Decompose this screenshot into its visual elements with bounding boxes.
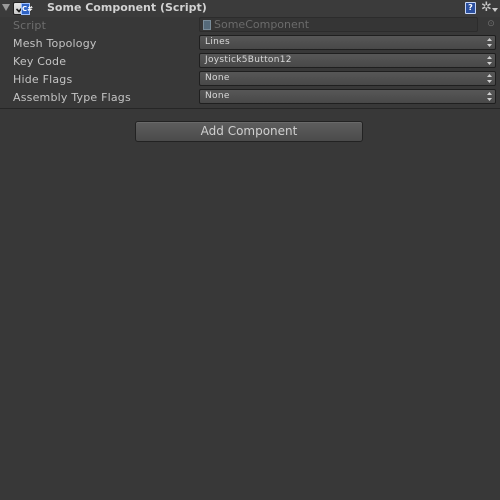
hide-flags-row: Hide Flags None (0, 70, 500, 88)
script-asset-icon (203, 20, 211, 30)
dropdown-arrows-icon (487, 38, 492, 47)
assembly-type-flags-row: Assembly Type Flags None (0, 88, 500, 106)
gear-icon[interactable]: ✲ (481, 0, 492, 15)
assembly-type-flags-value: None (205, 91, 230, 101)
assembly-type-flags-dropdown[interactable]: None (199, 89, 496, 104)
assembly-type-flags-label: Assembly Type Flags (13, 91, 131, 104)
gear-menu-caret-icon (492, 8, 498, 12)
hide-flags-value: None (205, 73, 230, 83)
key-code-label: Key Code (13, 55, 67, 68)
hide-flags-dropdown[interactable]: None (199, 71, 496, 86)
mesh-topology-value: Lines (205, 37, 230, 47)
script-object-field[interactable]: SomeComponent (199, 17, 478, 32)
component-header: C# Some Component (Script) ? ✲ (0, 0, 500, 17)
csharp-script-icon: C# (21, 3, 34, 15)
hide-flags-label: Hide Flags (13, 73, 73, 86)
key-code-value: Joystick5Button12 (205, 55, 292, 65)
script-row: Script SomeComponent ⊙ (0, 16, 500, 34)
dropdown-arrows-icon (487, 56, 492, 65)
object-picker-icon[interactable]: ⊙ (486, 18, 496, 30)
component-title: Some Component (Script) (47, 1, 207, 14)
key-code-dropdown[interactable]: Joystick5Button12 (199, 53, 496, 68)
help-icon[interactable]: ? (465, 2, 476, 14)
script-label: Script (13, 19, 47, 32)
mesh-topology-row: Mesh Topology Lines (0, 34, 500, 52)
add-component-button[interactable]: Add Component (135, 121, 363, 142)
dropdown-arrows-icon (487, 92, 492, 101)
foldout-arrow-icon[interactable] (2, 4, 10, 11)
mesh-topology-label: Mesh Topology (13, 37, 97, 50)
add-component-label: Add Component (200, 124, 298, 138)
key-code-row: Key Code Joystick5Button12 (0, 52, 500, 70)
script-object-value: SomeComponent (214, 18, 310, 31)
dropdown-arrows-icon (487, 74, 492, 83)
mesh-topology-dropdown[interactable]: Lines (199, 35, 496, 50)
inspector-separator (0, 108, 500, 109)
